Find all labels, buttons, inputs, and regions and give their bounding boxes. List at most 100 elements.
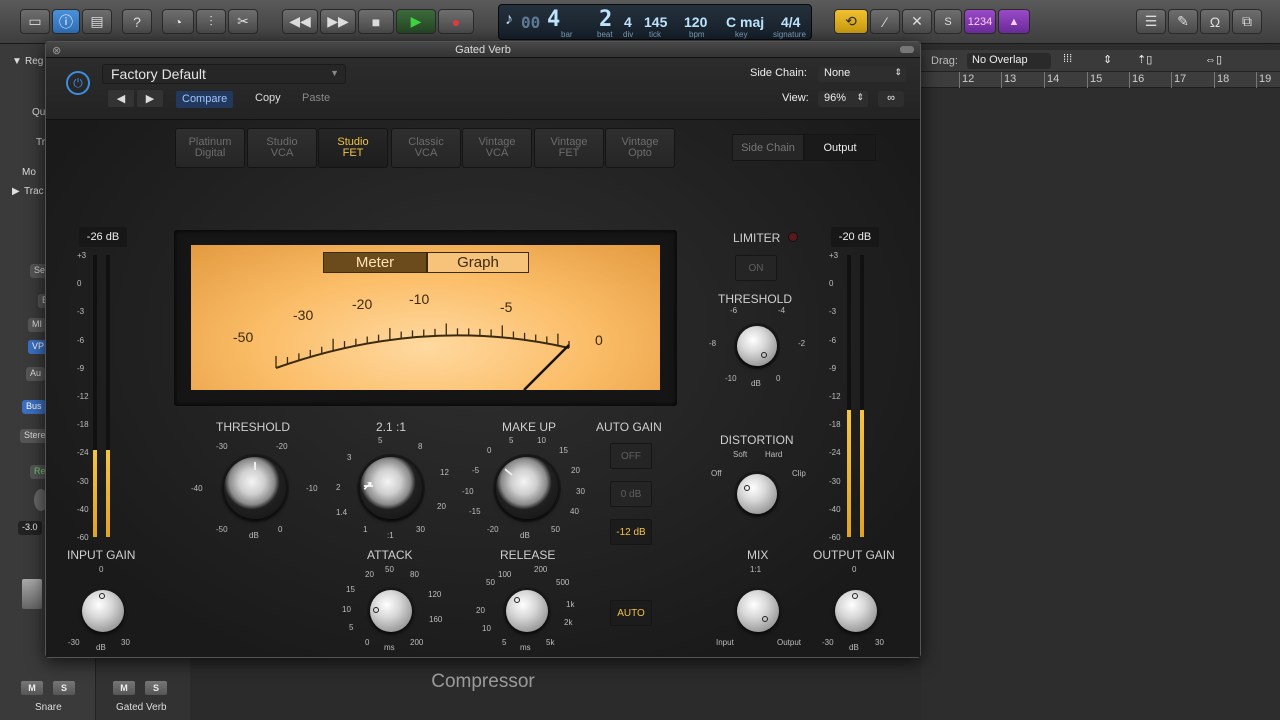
knob-indicator [744, 485, 750, 491]
model-tab-vintage-vca[interactable]: Vintage VCA [462, 128, 532, 168]
vu-meter: Meter Graph -50 -30 -20 -10 -5 0 [191, 245, 660, 390]
drag-mode-select[interactable]: No Overlap [967, 53, 1051, 69]
vu-label: -5 [500, 299, 513, 315]
input-gain-knob[interactable] [82, 590, 124, 632]
mouse-cursor-icon: ➚ [362, 477, 374, 493]
volume-readout[interactable]: -3.0 [18, 521, 42, 535]
cycle-icon[interactable]: ⟲ [834, 9, 868, 34]
attack-label: ATTACK [367, 548, 413, 562]
vertical-zoom-icon[interactable]: ⇕ [1103, 53, 1112, 66]
knob-indicator [514, 597, 520, 603]
region-header[interactable]: Reg [25, 56, 43, 67]
help-icon[interactable]: ? [122, 9, 152, 34]
next-preset-icon[interactable]: ▶ [137, 90, 163, 107]
tracks-toolbar: Drag: No Overlap ⁞⁞⁞ ⇕ ⇡▯ ⇔▯ [921, 50, 1280, 72]
scale-label: 5 [378, 436, 383, 445]
preset-menu[interactable]: Factory Default ▼ [102, 64, 346, 84]
rewind-icon[interactable]: ◀◀ [282, 9, 318, 34]
scale-label: 2k [564, 618, 573, 627]
lcd-div: 4 [624, 14, 632, 30]
toolbar-icon[interactable]: ▤ [82, 9, 112, 34]
previous-preset-icon[interactable]: ◀ [108, 90, 134, 107]
channel-name-gated-verb: Gated Verb [116, 702, 167, 713]
audio-fx-button[interactable]: Au [26, 367, 46, 381]
count-in-button[interactable]: 1234 [964, 9, 996, 34]
mute-button[interactable]: M [21, 681, 43, 695]
side-chain-select[interactable]: None ⇕ [818, 66, 906, 82]
list-editors-icon[interactable]: ☰ [1136, 9, 1166, 34]
paste-button[interactable]: Paste [296, 90, 336, 107]
lcd-display[interactable]: ♪ 00 4 2 4 145 120 C maj 4/4 bar beat di… [498, 4, 812, 40]
copy-button[interactable]: Copy [249, 90, 287, 107]
link-icon[interactable]: ∞ [878, 91, 904, 107]
tracks-area[interactable] [921, 44, 1280, 720]
makeup-knob[interactable] [496, 457, 558, 519]
mix-knob[interactable] [737, 590, 779, 632]
more-header[interactable]: Mo [22, 167, 36, 178]
loop-browser-icon[interactable]: Ω [1200, 9, 1230, 34]
distortion-knob[interactable] [737, 474, 777, 514]
plugin-title-bar[interactable]: ⊗ Gated Verb [46, 42, 920, 58]
threshold-knob[interactable] [224, 457, 286, 519]
power-icon[interactable]: ⏻ [66, 71, 90, 95]
record-icon[interactable]: ● [438, 9, 474, 34]
disclosure-right-icon[interactable]: ▶ [12, 186, 20, 197]
browser-icon[interactable]: ⧉ [1232, 9, 1262, 34]
disclosure-icon[interactable]: ▼ [12, 56, 22, 67]
model-tab-platinum-digital[interactable]: Platinum Digital [175, 128, 245, 168]
minimize-icon[interactable] [900, 46, 914, 53]
replace-icon[interactable]: ✕ [902, 9, 932, 34]
timeline-ruler[interactable]: 12 13 14 15 16 17 18 19 [921, 72, 1280, 88]
attack-knob[interactable] [370, 590, 412, 632]
fast-forward-icon[interactable]: ▶▶ [320, 9, 356, 34]
solo-button[interactable]: S [934, 9, 962, 34]
view-select[interactable]: 96% ⇕ [818, 91, 868, 107]
library-icon[interactable]: ▭ [20, 9, 50, 34]
bus-button[interactable]: Bus [22, 400, 46, 414]
auto-release-button[interactable]: AUTO [610, 600, 652, 626]
metronome-button-icon[interactable]: ▲ [998, 9, 1030, 34]
editors-icon[interactable]: ✂ [228, 9, 258, 34]
smart-controls-icon[interactable]: ◔ [162, 9, 194, 34]
auto-gain-0db-button[interactable]: 0 dB [610, 481, 652, 507]
track-header[interactable]: Trac [24, 186, 44, 197]
close-icon[interactable]: ⊗ [52, 43, 61, 59]
volume-fader[interactable] [22, 579, 42, 609]
auto-gain-minus12-button[interactable]: -12 dB [610, 519, 652, 545]
model-tab-studio-vca[interactable]: Studio VCA [247, 128, 317, 168]
model-tab-vintage-fet[interactable]: Vintage FET [534, 128, 604, 168]
limiter-threshold-knob[interactable] [737, 326, 777, 366]
limiter-on-button[interactable]: ON [735, 255, 777, 281]
scale-label: 5k [546, 638, 555, 647]
waveform-zoom-icon[interactable]: ⁞⁞⁞ [1063, 53, 1072, 65]
play-icon[interactable]: ▶ [396, 9, 436, 34]
inspector-icon[interactable]: ⓘ [52, 9, 80, 34]
horizontal-zoom-slider-icon[interactable]: ⇔▯ [1205, 53, 1222, 66]
midi-fx-button[interactable]: MI [28, 318, 46, 332]
meter-scale-label: -60 [77, 533, 89, 542]
ruler-bar-12: 12 [962, 73, 975, 85]
tab-side-chain[interactable]: Side Chain [732, 134, 804, 161]
auto-gain-off-button[interactable]: OFF [610, 443, 652, 469]
model-tab-studio-fet[interactable]: Studio FET [318, 128, 388, 168]
tab-output[interactable]: Output [804, 134, 876, 161]
mixer-icon[interactable]: ⫶ [196, 9, 226, 34]
model-tab-classic-vca[interactable]: Classic VCA [391, 128, 461, 168]
meter-scale-label: -9 [829, 363, 837, 373]
release-knob[interactable] [506, 590, 548, 632]
stop-icon[interactable]: ■ [358, 9, 394, 34]
vertical-zoom-slider-icon[interactable]: ⇡▯ [1137, 53, 1152, 66]
model-tab-vintage-opto[interactable]: Vintage Opto [605, 128, 675, 168]
output-gain-knob[interactable] [835, 590, 877, 632]
scale-label: -10 [306, 484, 318, 493]
notepad-icon[interactable]: ✎ [1168, 9, 1198, 34]
vu-label: -20 [352, 296, 373, 312]
tuner-icon[interactable]: ⁄ [870, 9, 900, 34]
scale-label: 15 [559, 446, 568, 455]
lcd-key: C maj [726, 14, 765, 30]
lcd-signature: 4/4 [781, 14, 801, 30]
scale-label: 1.4 [336, 508, 348, 517]
compare-button[interactable]: Compare [176, 91, 234, 108]
scale-label: 12 [440, 468, 449, 477]
side-chain-value: None [824, 67, 851, 79]
